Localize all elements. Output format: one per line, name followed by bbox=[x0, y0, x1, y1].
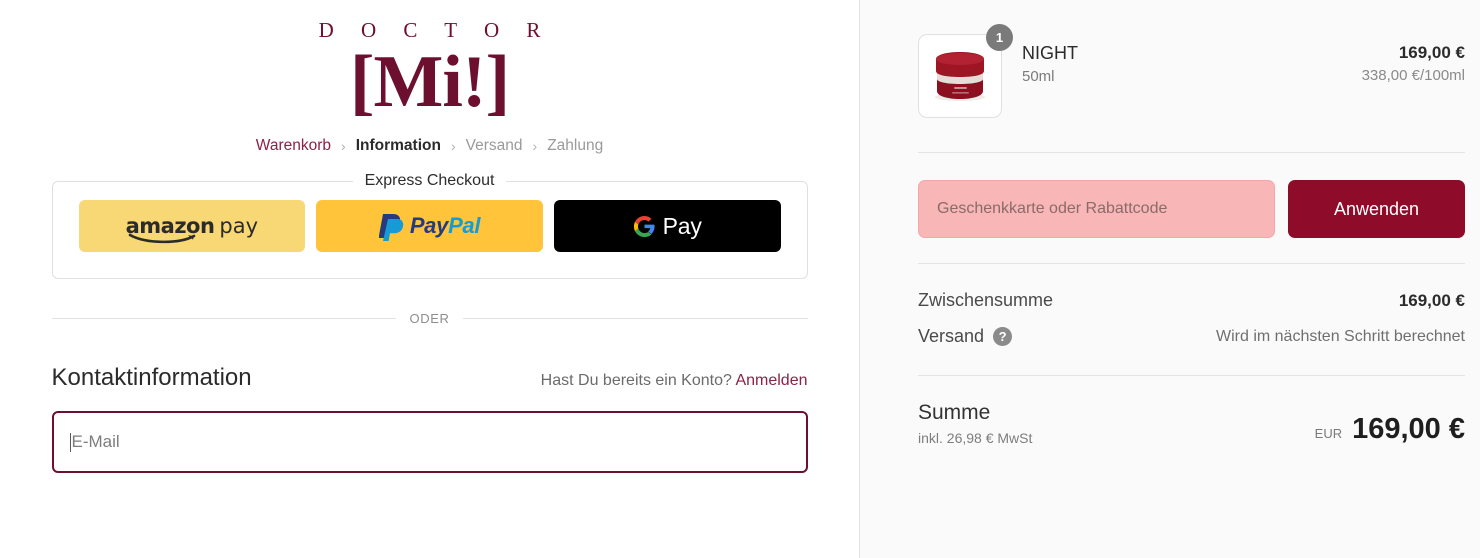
total-label-group: Summe inkl. 26,98 € MwSt bbox=[918, 401, 1032, 446]
product-thumbnail-wrap: 1 bbox=[918, 24, 1013, 118]
product-unit-price: 338,00 €/100ml bbox=[1361, 67, 1465, 84]
product-name: NIGHT bbox=[1022, 43, 1078, 63]
google-pay-button[interactable]: Pay bbox=[553, 200, 781, 253]
cart-line-item: 1 NIGHT 50ml 169,00 € 338,00 €/100ml bbox=[918, 0, 1465, 118]
apply-discount-button[interactable]: Anwenden bbox=[1288, 180, 1465, 238]
breadcrumb: Warenkorb › Information › Versand › Zahl… bbox=[52, 137, 808, 155]
contact-section-header: Kontaktinformation Hast Du bereits ein K… bbox=[52, 364, 808, 392]
account-question-text: Hast Du bereits ein Konto? bbox=[540, 372, 732, 390]
breadcrumb-item-warenkorb[interactable]: Warenkorb bbox=[256, 137, 331, 155]
product-price: 169,00 € bbox=[1398, 43, 1465, 62]
breadcrumb-item-versand: Versand bbox=[465, 137, 523, 155]
amazon-smile-icon bbox=[128, 233, 195, 243]
subtotal-value: 169,00 € bbox=[1398, 290, 1465, 310]
shipping-label-group: Versand ? bbox=[918, 326, 1013, 347]
paypal-button[interactable]: PayPal bbox=[316, 200, 543, 253]
paypal-word-pal: Pal bbox=[448, 213, 481, 239]
checkout-page: D O C T O R [Mi!] Warenkorb › Informatio… bbox=[0, 0, 1480, 558]
chevron-right-icon: › bbox=[450, 138, 456, 155]
express-checkout-section: Express Checkout amazon pay PayPal Pay bbox=[51, 172, 808, 280]
paypal-wordmark: PayPal bbox=[409, 213, 481, 239]
shipping-value: Wird im nächsten Schritt berechnet bbox=[1216, 327, 1465, 345]
total-row: Summe inkl. 26,98 € MwSt EUR 169,00 € bbox=[918, 401, 1465, 446]
amazon-pay-suffix: pay bbox=[219, 213, 259, 238]
help-icon[interactable]: ? bbox=[993, 327, 1013, 346]
amazon-pay-button[interactable]: amazon pay bbox=[78, 200, 306, 253]
shipping-label: Versand bbox=[918, 326, 985, 346]
divider bbox=[918, 152, 1465, 153]
google-pay-wordmark: Pay bbox=[662, 212, 702, 239]
paypal-logo: PayPal bbox=[378, 211, 481, 242]
total-tax-note: inkl. 26,98 € MwSt bbox=[918, 430, 1033, 446]
total-currency: EUR bbox=[1314, 426, 1343, 441]
google-g-icon bbox=[633, 215, 655, 237]
order-summary-column: 1 NIGHT 50ml 169,00 € 338,00 €/100ml Ges… bbox=[860, 0, 1480, 558]
or-divider-label: ODER bbox=[409, 311, 450, 327]
amazon-pay-logo: amazon pay bbox=[126, 213, 259, 243]
paypal-monogram-icon bbox=[378, 214, 404, 242]
line-item-info: NIGHT 50ml bbox=[1022, 34, 1362, 85]
breadcrumb-item-zahlung: Zahlung bbox=[547, 137, 604, 155]
breadcrumb-item-information[interactable]: Information bbox=[356, 137, 441, 155]
google-pay-logo: Pay bbox=[633, 213, 702, 240]
paypal-word-pay: Pay bbox=[409, 213, 449, 239]
express-payment-buttons: amazon pay PayPal Pay bbox=[78, 200, 781, 253]
discount-code-row: Geschenkkarte oder Rabattcode Anwenden bbox=[918, 180, 1465, 238]
discount-code-placeholder: Geschenkkarte oder Rabattcode bbox=[937, 200, 1168, 217]
brand-logo[interactable]: D O C T O R [Mi!] bbox=[52, 18, 808, 123]
chevron-right-icon: › bbox=[532, 138, 538, 155]
total-amount-group: EUR 169,00 € bbox=[1315, 413, 1465, 446]
or-divider: ODER bbox=[52, 311, 808, 326]
total-label: Summe bbox=[918, 401, 991, 424]
total-amount: 169,00 € bbox=[1352, 413, 1465, 445]
checkout-main-column: D O C T O R [Mi!] Warenkorb › Informatio… bbox=[0, 0, 860, 558]
account-login-prompt: Hast Du bereits ein Konto? Anmelden bbox=[541, 372, 808, 390]
line-item-pricing: 169,00 € 338,00 €/100ml bbox=[1362, 34, 1465, 84]
brand-wordmark-mark: [Mi!] bbox=[349, 41, 510, 123]
discount-code-input[interactable]: Geschenkkarte oder Rabattcode bbox=[918, 180, 1275, 238]
chevron-right-icon: › bbox=[341, 138, 346, 155]
express-checkout-title: Express Checkout bbox=[364, 172, 495, 190]
subtotal-label: Zwischensumme bbox=[918, 290, 1054, 310]
page-title: Kontaktinformation bbox=[51, 364, 252, 392]
cream-jar-image bbox=[935, 52, 985, 101]
email-placeholder: E-Mail bbox=[71, 432, 120, 452]
shipping-row: Versand ? Wird im nächsten Schritt berec… bbox=[918, 326, 1465, 347]
login-link[interactable]: Anmelden bbox=[735, 372, 807, 389]
divider bbox=[918, 263, 1465, 264]
quantity-badge: 1 bbox=[986, 24, 1013, 51]
product-variant: 50ml bbox=[1022, 68, 1055, 85]
brand-wordmark-top: D O C T O R bbox=[318, 18, 552, 42]
divider bbox=[918, 375, 1465, 376]
email-field[interactable]: E-Mail bbox=[51, 411, 808, 474]
text-caret bbox=[69, 432, 71, 452]
subtotal-row: Zwischensumme 169,00 € bbox=[918, 290, 1465, 311]
